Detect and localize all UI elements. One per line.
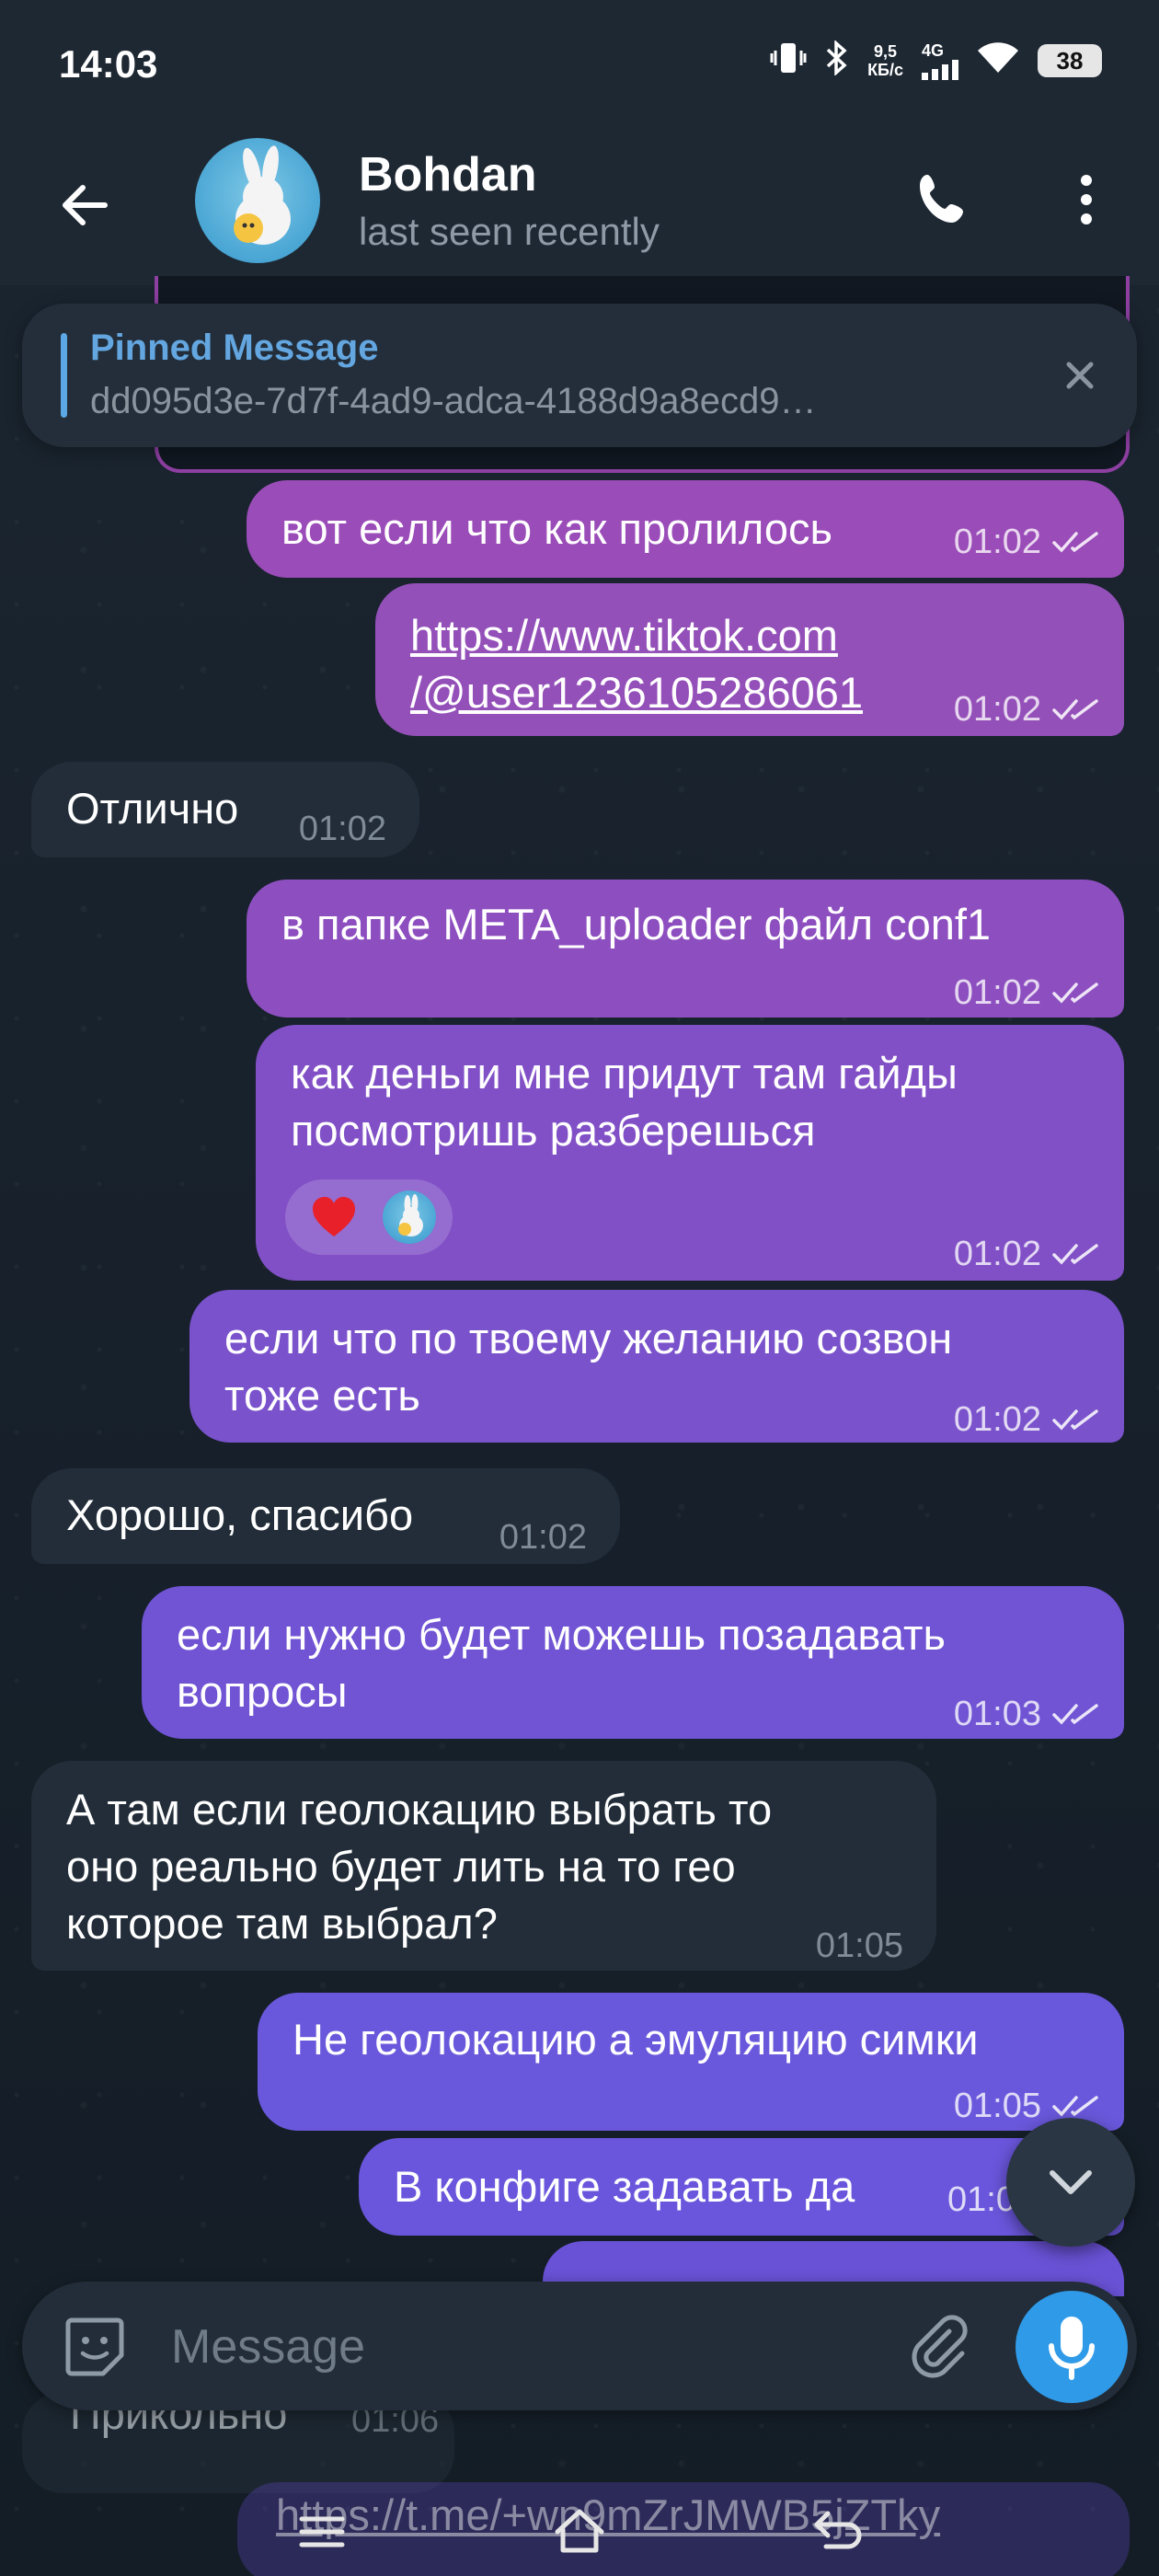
bluetooth-icon [825,40,849,81]
phone-icon [920,175,963,223]
message-time: 01:0 [947,2180,1016,2219]
message-time: 01:02 [953,1400,1041,1439]
message-time: 01:03 [953,1695,1041,1733]
voice-record-button[interactable] [1016,2291,1128,2403]
message-reactions[interactable] [285,1179,453,1255]
message-outgoing[interactable]: если нужно будет можешь позадавать вопро… [142,1586,1124,1739]
message-meta: 01:02 [954,964,1102,1021]
microphone-icon [1049,2317,1095,2380]
sticker-icon [65,2317,124,2376]
status-bar: 14:03 9,5 КБ/с 4G 38 [0,0,1159,138]
message-time: 01:02 [499,1518,587,1557]
message-link[interactable]: https://www.tiktok.com /@user12361052860… [410,607,863,721]
vibrate-icon [770,41,807,80]
message-text: если нужно будет можешь позадавать вопро… [177,1610,946,1716]
pinned-indicator [61,333,67,418]
message-text: Не геолокацию а эмуляцию симки [293,2015,979,2064]
rabbit-avatar-icon [234,145,291,245]
message-text: если что по твоему желанию созвон тоже е… [224,1314,953,1420]
attach-button[interactable] [903,2311,973,2381]
message-composer [22,2282,1137,2410]
scroll-to-bottom-button[interactable] [1006,2118,1135,2247]
message-time: 01:02 [953,973,1041,1012]
menu-lines-icon [299,2516,345,2547]
signal-bars-icon [922,60,958,80]
message-text: вот если что как пролилось [281,504,832,553]
double-check-icon [1052,1704,1098,1725]
battery-indicator: 38 [1038,44,1102,77]
message-outgoing-link[interactable]: https://www.tiktok.com /@user12361052860… [375,583,1124,736]
paperclip-icon [912,2315,968,2378]
message-incoming[interactable]: А там если геолокацию выбрать то оно реа… [31,1761,936,1971]
double-check-icon [1052,699,1098,720]
back-button[interactable] [53,173,118,237]
back-arrow-icon [814,2511,862,2549]
double-check-icon [1052,1244,1098,1265]
more-vertical-icon [1081,175,1092,224]
chevron-down-icon [1050,2170,1092,2194]
message-text: в папке META_uploader файл conf1 [281,900,992,949]
message-text: Отлично [66,784,239,833]
home-button[interactable] [550,2504,609,2559]
double-check-icon [1052,2096,1098,2117]
message-meta: 01:02 [954,1391,1102,1448]
message-time: 01:05 [815,1926,903,1965]
message-time: 01:02 [953,1235,1041,1273]
message-incoming[interactable]: Отлично 01:02 [31,762,419,857]
network-type: 4G [922,41,945,60]
pinned-title: Pinned Message [90,328,379,368]
double-check-icon [1052,532,1098,553]
message-meta: 01:03 [954,1685,1102,1742]
message-text: Хорошо, спасибо [66,1490,414,1539]
reaction-avatar [383,1190,436,1244]
system-nav-bar [0,2484,1159,2576]
net-speed: 9,5 КБ/с [867,42,903,79]
contact-status: last seen recently [359,210,660,253]
message-incoming[interactable]: Хорошо, спасибо 01:02 [31,1468,620,1564]
emoji-button[interactable] [61,2313,129,2381]
rabbit-avatar-icon [398,1194,423,1236]
message-input[interactable] [169,2307,872,2386]
message-time: 01:02 [953,523,1041,561]
message-outgoing[interactable]: как деньги мне придут там гайды посмотри… [256,1025,1124,1281]
double-check-icon [1052,1409,1098,1431]
home-icon [555,2509,604,2553]
message-text: В конфиге задавать да [394,2162,855,2211]
message-outgoing[interactable]: в папке META_uploader файл conf1 01:02 [247,880,1124,1018]
message-time: 01:02 [298,810,386,848]
recent-apps-button[interactable] [293,2504,351,2559]
heart-reaction-icon [313,1197,355,1236]
status-icons: 9,5 КБ/с 4G 38 [770,40,1102,81]
message-meta: 01:02 [954,1225,1102,1282]
contact-avatar[interactable] [195,138,320,263]
close-icon [1066,362,1094,389]
chat-header: Bohdan last seen recently [0,129,1159,285]
message-text: А там если геолокацию выбрать то оно реа… [66,1785,773,1948]
more-button[interactable] [1058,167,1115,232]
message-outgoing[interactable]: если что по твоему желанию созвон тоже е… [189,1290,1124,1443]
message-outgoing[interactable]: вот если что как пролилось 01:02 [247,480,1124,578]
arrow-left-icon [63,185,108,225]
unpin-button[interactable] [1052,348,1107,403]
message-meta: 01:02 [954,513,1102,570]
back-nav-button[interactable] [808,2504,866,2559]
wifi-icon [977,41,1019,80]
cell-signal: 4G [922,41,958,80]
message-outgoing[interactable]: Не геолокацию а эмуляцию симки 01:05 [258,1993,1124,2131]
message-meta: 01:02 [954,681,1102,738]
pinned-text: dd095d3e-7d7f-4ad9-adca-4188d9a8ecd9… [90,381,817,421]
status-time: 14:03 [59,42,158,86]
message-text: как деньги мне придут там гайды посмотри… [291,1049,958,1155]
double-check-icon [1052,983,1098,1004]
pinned-message-bar[interactable]: Pinned Message dd095d3e-7d7f-4ad9-adca-4… [22,304,1137,447]
contact-name[interactable]: Bohdan [359,147,537,202]
call-button[interactable] [911,167,975,232]
message-time: 01:02 [953,690,1041,729]
